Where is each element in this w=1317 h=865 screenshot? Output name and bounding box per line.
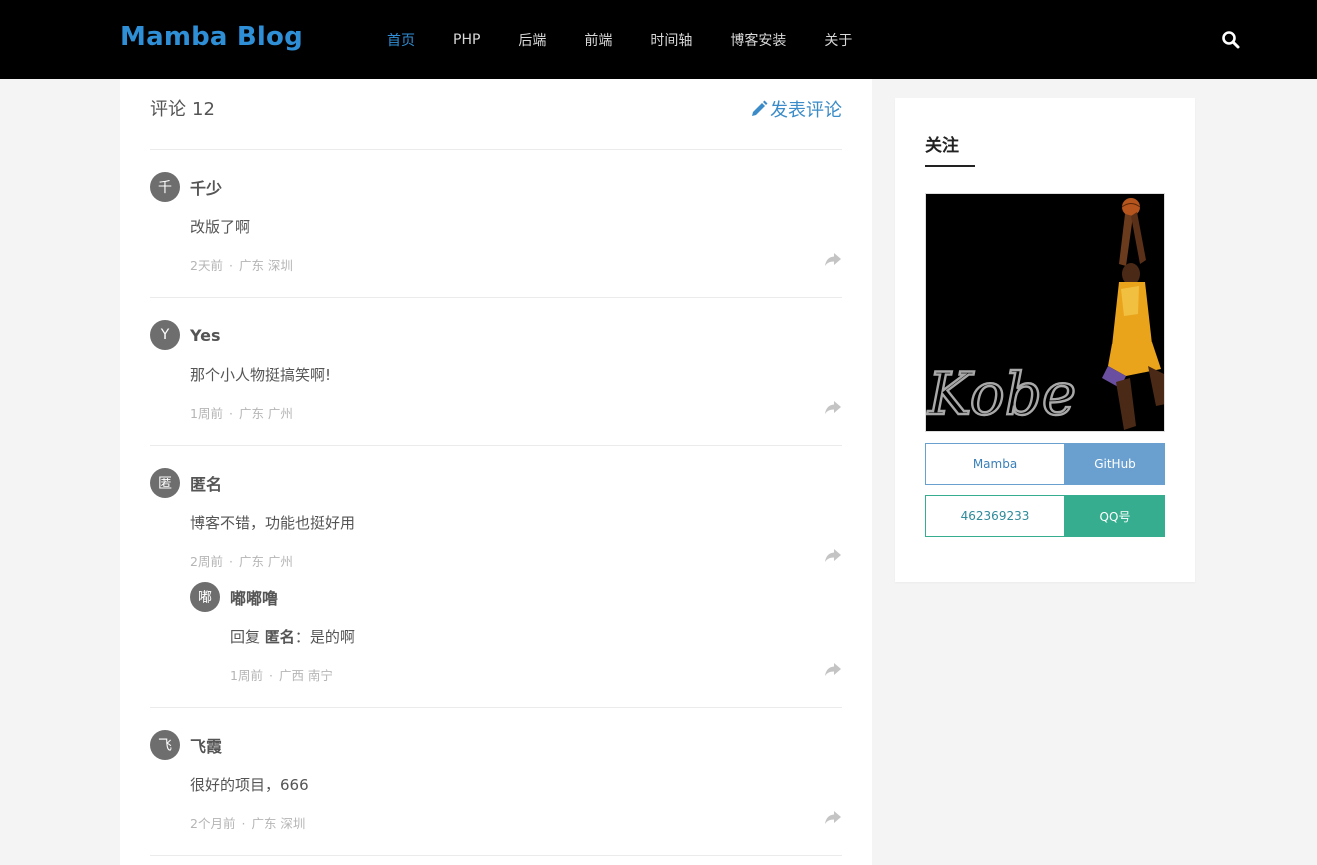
comments-title-label: 评论	[150, 99, 186, 120]
comment-text: 那个小人物挺搞笑啊!	[190, 366, 332, 384]
comment-text: 博客不错，功能也挺好用	[190, 514, 356, 532]
main-nav: 首页 PHP 后端 前端 时间轴 博客安装 关于	[368, 0, 871, 79]
comment-meta: 1周前 · 广东 广州	[190, 406, 293, 421]
comment-time: 2天前	[190, 258, 223, 273]
comments-panel: 评论 12 发表评论 千 千少 改版了啊 2天前 · 广东 深圳 Y Yes 那个小人…	[120, 79, 872, 865]
nav-item-home[interactable]: 首页	[387, 30, 415, 50]
top-navbar: Mamba Blog 首页 PHP 后端 前端 时间轴 博客安装 关于	[0, 0, 1317, 79]
post-comment-button[interactable]: 发表评论	[750, 96, 842, 122]
comment-time: 1周前	[190, 406, 223, 421]
post-comment-label: 发表评论	[770, 100, 842, 121]
share-reply-icon[interactable]	[824, 548, 842, 564]
nav-item-timeline[interactable]: 时间轴	[650, 30, 692, 50]
comment-meta: 2个月前 · 广东 深圳	[190, 816, 306, 831]
site-logo[interactable]: Mamba Blog	[120, 22, 303, 52]
share-reply-icon[interactable]	[824, 400, 842, 416]
comment-location: 广东 广州	[238, 554, 293, 569]
github-button[interactable]: GitHub	[1065, 443, 1165, 485]
avatar[interactable]: 飞	[150, 730, 180, 760]
search-icon[interactable]	[1221, 30, 1241, 50]
comment-item: 飞 飞霞 很好的项目，666 2个月前 · 广东 深圳	[150, 708, 842, 856]
comments-count: 12	[192, 99, 215, 120]
follow-widget: 关注 Kobe Mamba GitHub 462369233 QQ号	[895, 98, 1195, 582]
comment-meta: 1周前 · 广西 南宁	[230, 668, 333, 683]
mamba-username-button[interactable]: Mamba	[925, 443, 1065, 485]
nav-item-blog-install[interactable]: 博客安装	[730, 30, 786, 50]
qq-number-button[interactable]: 462369233	[925, 495, 1065, 537]
reply-body: ：是的啊	[294, 628, 355, 646]
title-underline	[925, 165, 975, 167]
comment-author[interactable]: Yes	[190, 326, 221, 345]
qq-link-group: 462369233 QQ号	[925, 495, 1165, 537]
avatar[interactable]: 匿	[150, 468, 180, 498]
share-reply-icon[interactable]	[824, 252, 842, 268]
comment-location: 广东 深圳	[251, 816, 306, 831]
comment-author[interactable]: 飞霞	[190, 733, 222, 757]
nav-item-php[interactable]: PHP	[453, 32, 480, 48]
widget-title: 关注	[925, 136, 959, 156]
comment-item: 千 千少 改版了啊 2天前 · 广东 深圳	[150, 150, 842, 298]
kobe-chalk-text: Kobe	[927, 360, 1076, 428]
github-link-group: Mamba GitHub	[925, 443, 1165, 485]
comment-time: 1周前	[230, 668, 263, 683]
comments-header: 评论 12 发表评论	[150, 95, 842, 150]
comment-item: 匿 匿名 博客不错，功能也挺好用 2周前 · 广东 广州 嘟 嘟嘟噜 回复 匿名：是…	[150, 446, 842, 708]
comment-time: 2个月前	[190, 816, 236, 831]
reply-text: 回复 匿名：是的啊	[230, 626, 355, 647]
comment-time: 2周前	[190, 554, 223, 569]
nav-item-frontend[interactable]: 前端	[584, 30, 612, 50]
comment-meta: 2周前 · 广东 广州	[190, 554, 293, 569]
comment-location: 广西 南宁	[278, 668, 333, 683]
comment-item: Y Yes 那个小人物挺搞笑啊! 1周前 · 广东 广州	[150, 298, 842, 446]
qq-button[interactable]: QQ号	[1065, 495, 1165, 537]
comment-meta: 2天前 · 广东 深圳	[190, 258, 293, 273]
share-reply-icon[interactable]	[824, 810, 842, 826]
comment-text: 改版了啊	[190, 218, 251, 236]
comment-location: 广东 深圳	[238, 258, 293, 273]
reply-target[interactable]: 匿名	[265, 628, 295, 646]
avatar[interactable]: Y	[150, 320, 180, 350]
comment-location: 广东 广州	[238, 406, 293, 421]
kobe-image: Kobe	[925, 193, 1165, 432]
comment-author[interactable]: 匿名	[190, 471, 222, 495]
comment-text: 很好的项目，666	[190, 776, 309, 794]
nav-item-about[interactable]: 关于	[824, 30, 852, 50]
comment-author[interactable]: 千少	[190, 175, 222, 199]
reply-header: 嘟 嘟嘟噜	[190, 582, 278, 612]
avatar[interactable]: 嘟	[190, 582, 220, 612]
nav-item-backend[interactable]: 后端	[518, 30, 546, 50]
pencil-icon	[752, 100, 768, 116]
comment-author[interactable]: 嘟嘟噜	[230, 585, 278, 609]
share-reply-icon[interactable]	[824, 662, 842, 678]
comments-title: 评论 12	[150, 95, 215, 121]
reply-prefix: 回复	[230, 628, 261, 646]
avatar[interactable]: 千	[150, 172, 180, 202]
